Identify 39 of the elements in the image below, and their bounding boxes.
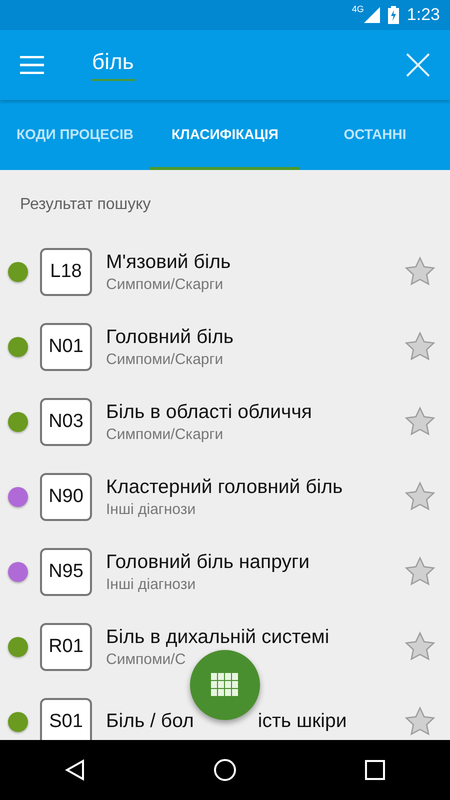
result-title[interactable]: М'язовий біль	[106, 250, 231, 274]
result-category: Симпоми/С	[106, 650, 187, 668]
result-category: Інші діагнози	[106, 576, 197, 592]
code-label: R01	[40, 622, 92, 670]
code-label: N95	[40, 548, 92, 596]
star-icon[interactable]	[404, 556, 436, 588]
result-category: Інші діагнози	[106, 500, 197, 518]
code-label: L18	[40, 248, 92, 296]
code-label: N90	[40, 472, 92, 520]
code-label: N01	[40, 322, 92, 370]
close-icon[interactable]	[406, 53, 430, 77]
signal-icon	[364, 7, 380, 23]
back-icon[interactable]	[64, 759, 86, 781]
grid-icon	[211, 673, 239, 697]
result-title[interactable]: Кластерний головний біль	[106, 476, 343, 498]
code-label: S01	[40, 698, 92, 740]
result-title[interactable]: Головний біль напруги	[106, 550, 310, 574]
home-icon[interactable]	[212, 758, 237, 782]
result-title[interactable]: Біль в дихальній системі	[106, 626, 330, 648]
result-title[interactable]: Біль / бол	[106, 710, 194, 733]
star-icon[interactable]	[404, 406, 436, 438]
star-icon[interactable]	[404, 630, 436, 662]
result-category: Симпоми/Скарги	[106, 426, 224, 442]
star-icon[interactable]	[404, 256, 436, 288]
star-icon[interactable]	[404, 330, 436, 362]
star-icon[interactable]	[404, 706, 436, 738]
result-category: Симпоми/Скарги	[106, 276, 224, 292]
battery-charging-icon	[388, 6, 399, 24]
result-title[interactable]: Головний біль	[106, 326, 234, 348]
recents-icon[interactable]	[364, 759, 386, 781]
result-title[interactable]: Біль в області обличчя	[106, 400, 312, 424]
result-category: Симпоми/Скарги	[106, 350, 224, 368]
star-icon[interactable]	[404, 480, 436, 512]
network-type: 4G	[352, 4, 364, 14]
section-title: Результат пошуку	[19, 195, 152, 215]
result-title[interactable]: ість шкіри	[258, 710, 347, 733]
code-label: N03	[40, 398, 92, 446]
menu-icon[interactable]	[20, 56, 44, 74]
clock: 1:23	[406, 5, 440, 25]
